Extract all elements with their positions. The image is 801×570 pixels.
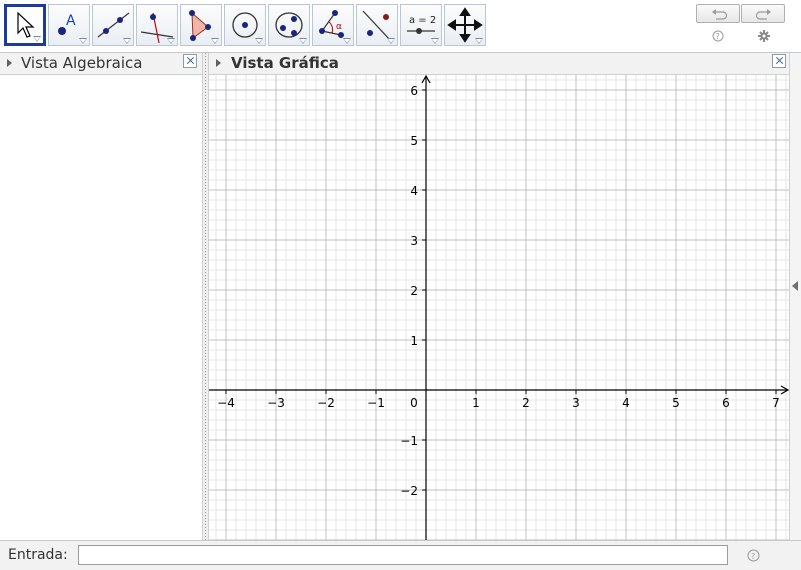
x-tick-label: 5 [672, 396, 680, 410]
chevron-down-icon[interactable] [299, 38, 307, 44]
x-tick-label: −3 [267, 396, 285, 410]
collapse-left-arrow-icon[interactable] [792, 281, 798, 291]
algebra-view[interactable]: Vista Algebraica [0, 53, 202, 540]
line-tool-button[interactable] [92, 4, 134, 46]
chevron-down-icon[interactable] [255, 38, 263, 44]
move-graphics-tool-button[interactable] [444, 4, 486, 46]
y-tick-label: 4 [410, 184, 418, 198]
x-tick-label: −1 [367, 396, 385, 410]
coordinate-plane[interactable]: −4 −3 −2 −1 0 1 2 3 4 5 6 7 1 2 3 4 5 6 −1 −2 [209, 75, 789, 540]
input-bar: Entrada: ? [0, 540, 801, 570]
panel-splitter[interactable] [202, 53, 209, 540]
graphics-view-title: Vista Gráfica [231, 54, 339, 72]
slider-tool-button[interactable]: a = 2 [400, 4, 442, 46]
y-tick-label: 3 [410, 234, 418, 248]
y-tick-label: −1 [400, 434, 418, 448]
x-tick-label: −2 [317, 396, 335, 410]
y-tick-label: 6 [410, 84, 418, 98]
undo-button[interactable] [696, 4, 740, 23]
polygon-tool-button[interactable] [180, 4, 222, 46]
gear-icon[interactable] [757, 29, 771, 43]
chevron-down-icon[interactable] [33, 36, 41, 42]
chevron-down-icon[interactable] [79, 38, 87, 44]
chevron-down-icon[interactable] [167, 38, 175, 44]
side-panel-toggle[interactable] [789, 53, 801, 540]
x-tick-label: 1 [472, 396, 480, 410]
chevron-down-icon[interactable] [387, 38, 395, 44]
expand-arrow-icon[interactable] [216, 59, 221, 67]
x-tick-label: 2 [522, 396, 530, 410]
x-tick-label: 4 [622, 396, 630, 410]
svg-text:α: α [336, 22, 342, 32]
algebra-view-header: Vista Algebraica [0, 53, 202, 75]
conic-tool-button[interactable] [268, 4, 310, 46]
help-icon[interactable]: ? [711, 29, 725, 43]
x-tick-label: −4 [217, 396, 235, 410]
y-tick-label: 1 [410, 334, 418, 348]
input-label: Entrada: [8, 547, 68, 563]
svg-text:?: ? [751, 552, 755, 561]
input-help-icon[interactable]: ? [747, 549, 760, 562]
expand-arrow-icon[interactable] [7, 59, 12, 67]
x-tick-label: 0 [410, 396, 418, 410]
chevron-down-icon[interactable] [123, 38, 131, 44]
chevron-down-icon[interactable] [343, 38, 351, 44]
svg-text:?: ? [716, 32, 720, 41]
close-graphics-view-icon[interactable] [772, 54, 786, 68]
redo-icon [755, 9, 771, 20]
point-tool-button[interactable]: A [48, 4, 90, 46]
chevron-down-icon[interactable] [475, 38, 483, 44]
svg-text:a = 2: a = 2 [409, 15, 436, 26]
y-tick-label: −2 [400, 484, 418, 498]
graphics-view-header: Vista Gráfica [209, 53, 789, 75]
perpendicular-tool-button[interactable] [136, 4, 178, 46]
command-input[interactable] [78, 545, 728, 565]
toolbar: A α a = 2 ? [0, 0, 801, 53]
reflect-tool-button[interactable] [356, 4, 398, 46]
y-tick-label: 5 [410, 134, 418, 148]
move-tool-button[interactable] [4, 4, 46, 46]
redo-button[interactable] [741, 4, 785, 23]
x-tick-label: 3 [572, 396, 580, 410]
undo-icon [712, 9, 728, 20]
svg-text:A: A [66, 13, 76, 29]
x-tick-label: 6 [722, 396, 730, 410]
close-algebra-view-icon[interactable] [183, 54, 197, 68]
graphics-view[interactable]: Vista Gráfica −4 −3 −2 −1 0 1 2 3 4 5 6 7 1 2 3 4 5 6 −1 −2 [209, 53, 789, 540]
x-tick-label: 7 [772, 396, 780, 410]
chevron-down-icon[interactable] [211, 38, 219, 44]
circle-tool-button[interactable] [224, 4, 266, 46]
algebra-view-title: Vista Algebraica [21, 54, 143, 72]
chevron-down-icon[interactable] [431, 38, 439, 44]
angle-tool-button[interactable]: α [312, 4, 354, 46]
y-tick-label: 2 [410, 284, 418, 298]
tool-group: A α a = 2 [4, 4, 488, 48]
